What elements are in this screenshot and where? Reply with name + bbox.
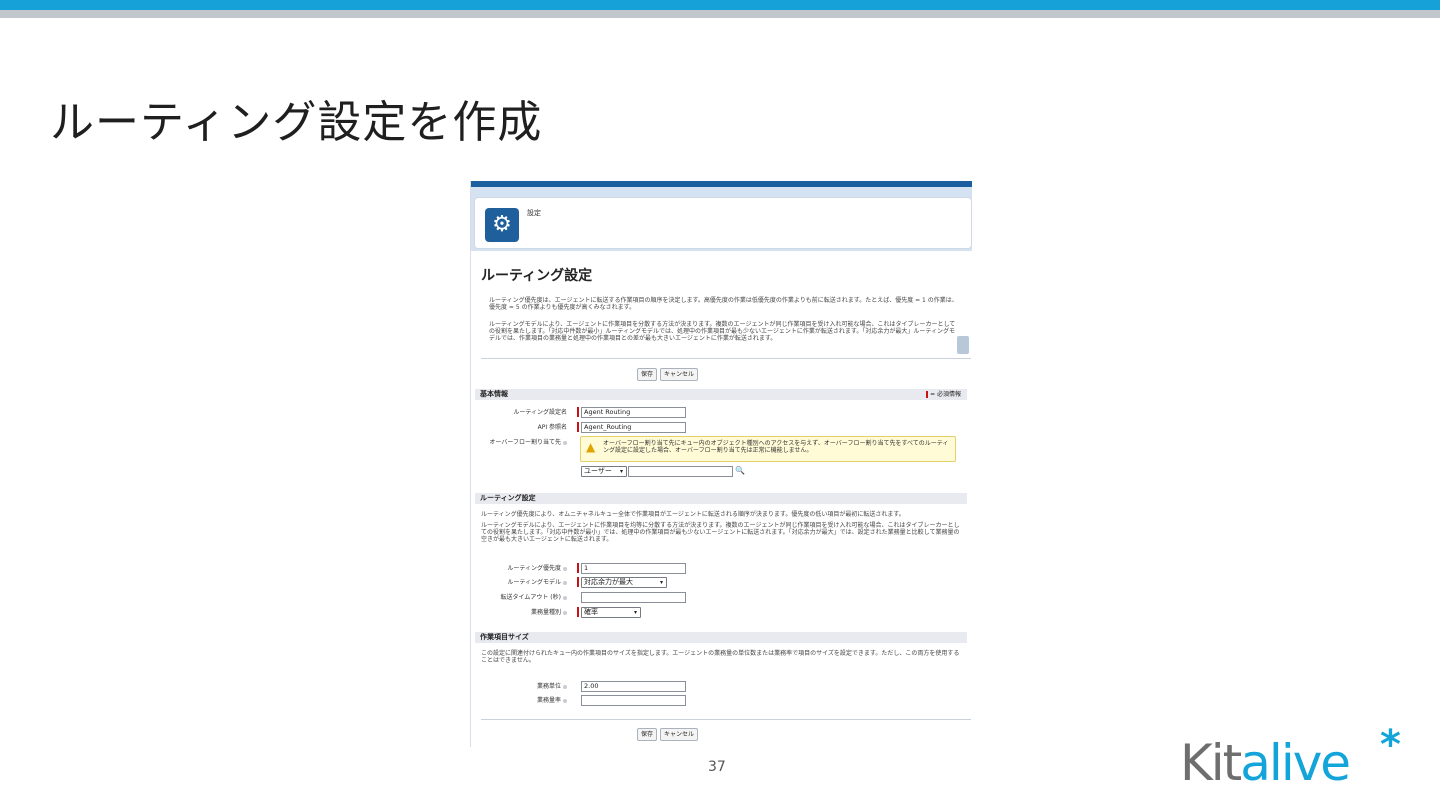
overflow-type-select[interactable]: ユーザー ▾: [581, 466, 627, 477]
info-icon[interactable]: [563, 440, 567, 445]
routing-priority-label-text: ルーティング優先度: [507, 565, 561, 572]
overflow-lookup-input[interactable]: [628, 466, 733, 477]
priority-description: ルーティング優先度は、エージェントに転送する作業項目の順序を決定します。高優先度…: [489, 297, 958, 311]
top-accent-band: [0, 0, 1440, 10]
chevron-down-icon: ▾: [619, 468, 623, 475]
percent-input[interactable]: [581, 695, 686, 706]
required-legend: = 必須情報: [926, 389, 961, 400]
overflow-type-value: ユーザー: [584, 467, 612, 475]
section-routing-settings: ルーティング設定: [475, 493, 967, 504]
overflow-label: オーバーフロー割り当て先: [475, 437, 567, 446]
save-button-bottom[interactable]: 保存: [637, 728, 658, 741]
routing-model-select[interactable]: 対応余力が最大 ▾: [581, 577, 667, 588]
capacity-type-label: 業務量種別: [475, 607, 567, 616]
warning-icon: ▲: [586, 440, 596, 454]
routing-model-label: ルーティングモデル: [475, 577, 567, 586]
divider: [481, 719, 971, 720]
logo-accent: alive: [1240, 734, 1351, 792]
info-icon[interactable]: [563, 595, 567, 600]
lookup-icon[interactable]: 🔍: [735, 466, 745, 476]
overflow-warning-text: オーバーフロー割り当て先にキュー内のオブジェクト種別へのアクセスを与えず、オーバ…: [603, 440, 949, 454]
overflow-label-text: オーバーフロー割り当て先: [489, 439, 561, 446]
work-item-size-description: この設定に関連付けられたキュー内の作業項目のサイズを指定します。エージェントの業…: [481, 650, 960, 664]
section-work-item-size: 作業項目サイズ: [475, 632, 967, 643]
push-timeout-label-text: 転送タイムアウト (秒): [500, 594, 561, 601]
api-name-input[interactable]: Agent_Routing: [581, 422, 686, 433]
push-timeout-label: 転送タイムアウト (秒): [475, 592, 567, 601]
percent-label: 業務量率: [475, 695, 567, 704]
required-legend-text: = 必須情報: [930, 391, 961, 398]
setup-header: ⚙ 設定: [471, 181, 972, 251]
divider: [481, 358, 971, 359]
cancel-button-top[interactable]: キャンセル: [660, 368, 699, 381]
page-title: ルーティング設定: [481, 268, 593, 284]
section-basic-info: 基本情報 = 必須情報: [475, 389, 967, 400]
required-bar: [577, 563, 579, 573]
cancel-button-bottom[interactable]: キャンセル: [660, 728, 699, 741]
capacity-type-value: 確率: [584, 608, 598, 616]
routing-model-value: 対応余力が最大: [584, 578, 633, 586]
routing-model-label-text: ルーティングモデル: [507, 579, 561, 586]
required-bar: [577, 422, 579, 432]
info-icon[interactable]: [563, 610, 567, 615]
logo-main: Kit: [1180, 734, 1242, 792]
capacity-type-select[interactable]: 確率 ▾: [581, 607, 641, 618]
scroll-handle[interactable]: [957, 336, 969, 354]
routing-name-input[interactable]: Agent Routing: [581, 407, 686, 418]
logo-star: *: [1380, 722, 1401, 768]
api-name-label: API 参照名: [537, 424, 567, 431]
page-number: 37: [708, 759, 726, 775]
units-label: 業務単位: [475, 681, 567, 690]
section-basic-info-title: 基本情報: [480, 390, 508, 398]
logo-wordmark: Kitalive: [1180, 734, 1351, 792]
percent-label-text: 業務量率: [536, 697, 561, 704]
gear-icon[interactable]: ⚙: [485, 208, 519, 242]
info-icon[interactable]: [563, 580, 567, 585]
required-marker: [926, 391, 929, 398]
routing-priority-input[interactable]: 1: [581, 563, 686, 574]
units-input[interactable]: 2.00: [581, 681, 686, 692]
routing-name-label: ルーティング設定名: [513, 409, 567, 416]
routing-priority-label: ルーティング優先度: [475, 563, 567, 572]
routing-priority-description: ルーティング優先度により、オムニチャネルキュー全体で作業項目がエージェントに転送…: [481, 511, 905, 518]
push-timeout-input[interactable]: [581, 592, 686, 603]
required-bar: [577, 607, 579, 617]
overflow-warning: ▲ オーバーフロー割り当て先にキュー内のオブジェクト種別へのアクセスを与えず、オ…: [580, 436, 956, 462]
routing-model-description: ルーティングモデルにより、エージェントに作業項目を均等に分散する方法が決まります…: [481, 522, 960, 543]
chevron-down-icon: ▾: [659, 579, 663, 586]
required-bar: [577, 407, 579, 417]
capacity-type-label-text: 業務量種別: [530, 609, 561, 616]
model-description: ルーティングモデルにより、エージェントに作業項目を分散する方法が決まります。複数…: [489, 321, 956, 342]
setup-label: 設定: [527, 209, 541, 217]
info-icon[interactable]: [563, 698, 567, 703]
info-icon[interactable]: [563, 566, 567, 571]
required-bar: [577, 577, 579, 587]
save-button-top[interactable]: 保存: [637, 368, 658, 381]
settings-screenshot: ⚙ 設定 ルーティング設定 ルーティング優先度は、エージェントに転送する作業項目…: [470, 181, 972, 747]
slide-title: ルーティング設定を作成: [50, 97, 543, 148]
setup-header-card: ⚙ 設定: [474, 197, 972, 249]
top-grey-band: [0, 10, 1440, 18]
units-label-text: 業務単位: [536, 683, 561, 690]
chevron-down-icon: ▾: [633, 609, 637, 616]
info-icon[interactable]: [563, 684, 567, 689]
kitalive-logo: Kitalive *: [1180, 722, 1420, 802]
